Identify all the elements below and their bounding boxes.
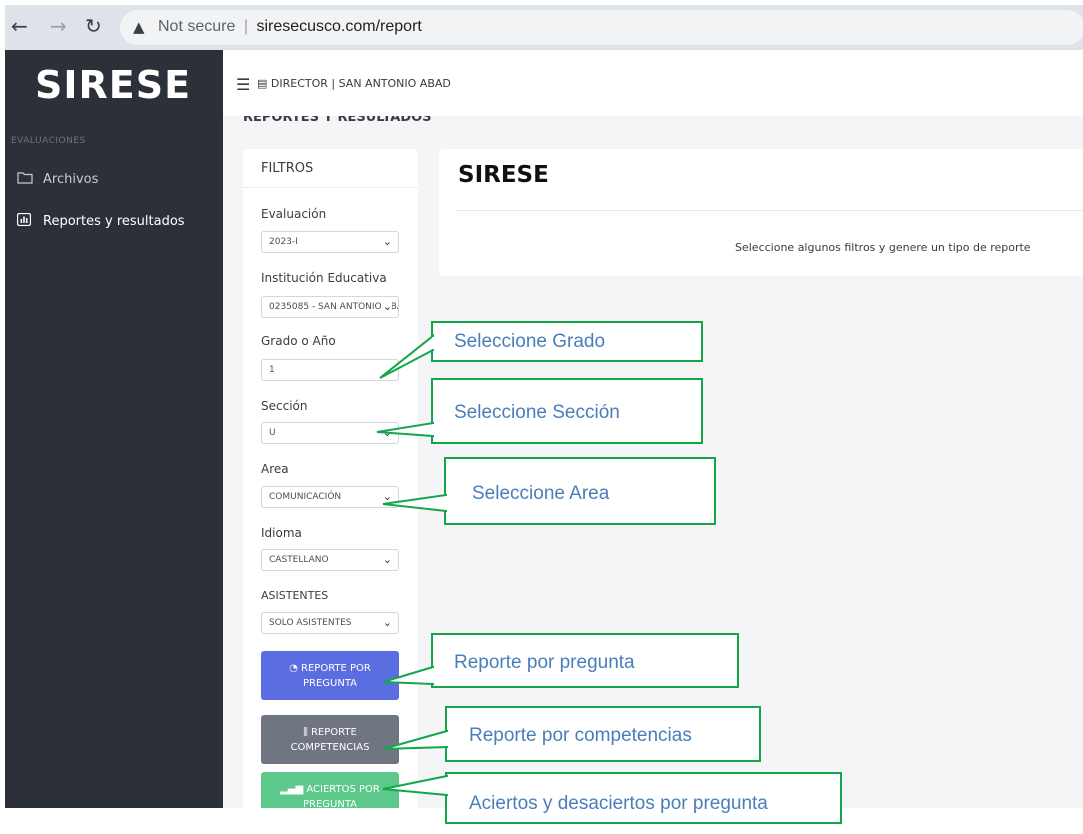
idioma-label: Idioma [261, 526, 302, 540]
folder-icon [17, 172, 33, 184]
button-label: COMPETENCIAS [290, 742, 370, 753]
user-role: ▤ DIRECTOR | SAN ANTONIO ABAD [257, 77, 451, 90]
seccion-select[interactable]: U ⌄ [261, 422, 399, 444]
chevron-down-icon: ⌄ [382, 490, 392, 503]
page-title: REPORTES Y RESULTADOS [243, 116, 432, 125]
asistentes-select[interactable]: SOLO ASISTENTES ⌄ [261, 612, 399, 634]
callout-aciertos: Aciertos y desaciertos por pregunta [445, 772, 842, 824]
sidebar-item-label: Archivos [43, 172, 99, 187]
url-host: siresecusco.com [256, 18, 376, 35]
address-bar[interactable]: ▲ Not secure | siresecusco.com/report [120, 10, 1083, 45]
bar-chart-icon [16, 212, 33, 227]
back-icon[interactable]: ← [11, 16, 28, 36]
button-label: PREGUNTA [302, 678, 358, 689]
evaluacion-value: 2023-I [269, 237, 298, 247]
divider [455, 210, 1083, 211]
aciertos-pregunta-button[interactable]: ▂▄▆ ACIERTOS POR PREGUNTA [261, 772, 399, 808]
callout-pregunta: Reporte por pregunta [431, 633, 739, 688]
chevron-down-icon: ⌄ [382, 616, 392, 629]
menu-icon[interactable]: ☰ [236, 75, 250, 94]
sidebar: SIRESE EVALUACIONES Archivos Reportes y … [5, 50, 223, 808]
reload-icon[interactable]: ↻ [85, 16, 102, 36]
building-icon: ▤ [257, 77, 268, 90]
idioma-select[interactable]: CASTELLANO ⌄ [261, 549, 399, 571]
security-label: Not secure [158, 18, 236, 35]
evaluacion-label: Evaluación [261, 207, 327, 221]
sidebar-item-archivos[interactable]: Archivos [17, 172, 98, 187]
chevron-down-icon: ⌄ [382, 235, 392, 248]
top-bar: ☰ ▤ DIRECTOR | SAN ANTONIO ABAD [223, 50, 1083, 116]
sidebar-item-reportes[interactable]: Reportes y resultados [16, 212, 185, 229]
clock-icon: ◔ [289, 663, 298, 674]
grado-input[interactable]: 1 [261, 359, 399, 381]
callout-area: Seleccione Area [444, 457, 716, 525]
chart-icon: ⫼ [303, 727, 308, 738]
app-logo[interactable]: SIRESE [35, 63, 191, 107]
evaluacion-select[interactable]: 2023-I ⌄ [261, 231, 399, 253]
role-label: DIRECTOR | SAN ANTONIO ABAD [270, 77, 451, 90]
asistentes-label: ASISTENTES [261, 589, 329, 602]
area-select[interactable]: COMUNICACIÓN ⌄ [261, 486, 399, 508]
sidebar-section-heading: EVALUACIONES [11, 136, 86, 146]
sidebar-item-label: Reportes y resultados [43, 214, 185, 229]
card-logo: SIRESE [458, 162, 549, 188]
seccion-value: U [269, 428, 276, 438]
idioma-value: CASTELLANO [269, 555, 329, 565]
empty-state-message: Seleccione algunos filtros y genere un t… [735, 241, 1031, 254]
filters-title: FILTROS [261, 161, 314, 176]
chevron-down-icon: ⌄ [382, 553, 392, 566]
chevron-down-icon: ⌄ [380, 300, 392, 313]
chevron-down-icon: ⌄ [382, 426, 392, 439]
institucion-value: 0235085 - SAN ANTONIO ABAD [269, 302, 399, 312]
forward-icon[interactable]: → [50, 16, 67, 36]
report-card: SIRESE Seleccione algunos filtros y gene… [439, 149, 1083, 276]
browser-toolbar: ← → ↻ ▲ Not secure | siresecusco.com/rep… [5, 5, 1083, 50]
callout-seccion: Seleccione Sección [431, 378, 703, 444]
grado-label: Grado o Año [261, 334, 336, 348]
warning-icon[interactable]: ▲ [133, 18, 145, 36]
reporte-competencias-button[interactable]: ⫼ REPORTE COMPETENCIAS [261, 715, 399, 764]
divider [243, 187, 418, 188]
reporte-pregunta-button[interactable]: ◔ REPORTE POR PREGUNTA [261, 651, 399, 700]
callout-competencias: Reporte por competencias [445, 706, 761, 762]
signal-icon: ▂▄▆ [280, 784, 304, 795]
institucion-select[interactable]: 0235085 - SAN ANTONIO ABAD ⌄ [261, 296, 399, 318]
button-label: ACIERTOS POR [306, 784, 380, 795]
button-label: PREGUNTA [302, 799, 358, 808]
area-label: Area [261, 462, 289, 476]
seccion-label: Sección [261, 399, 308, 413]
asistentes-value: SOLO ASISTENTES [269, 618, 352, 628]
grado-value: 1 [269, 365, 275, 375]
button-label: REPORTE [310, 727, 357, 738]
url-path: /report [375, 18, 422, 35]
url-text[interactable]: Not secure | siresecusco.com/report [158, 18, 422, 36]
button-label: REPORTE POR [301, 663, 371, 674]
callout-grado: Seleccione Grado [431, 321, 703, 362]
filters-panel: FILTROS Evaluación 2023-I ⌄ Institución … [243, 149, 418, 808]
area-value: COMUNICACIÓN [269, 492, 342, 502]
institucion-label: Institución Educativa [261, 271, 387, 285]
url-separator: | [243, 18, 248, 35]
